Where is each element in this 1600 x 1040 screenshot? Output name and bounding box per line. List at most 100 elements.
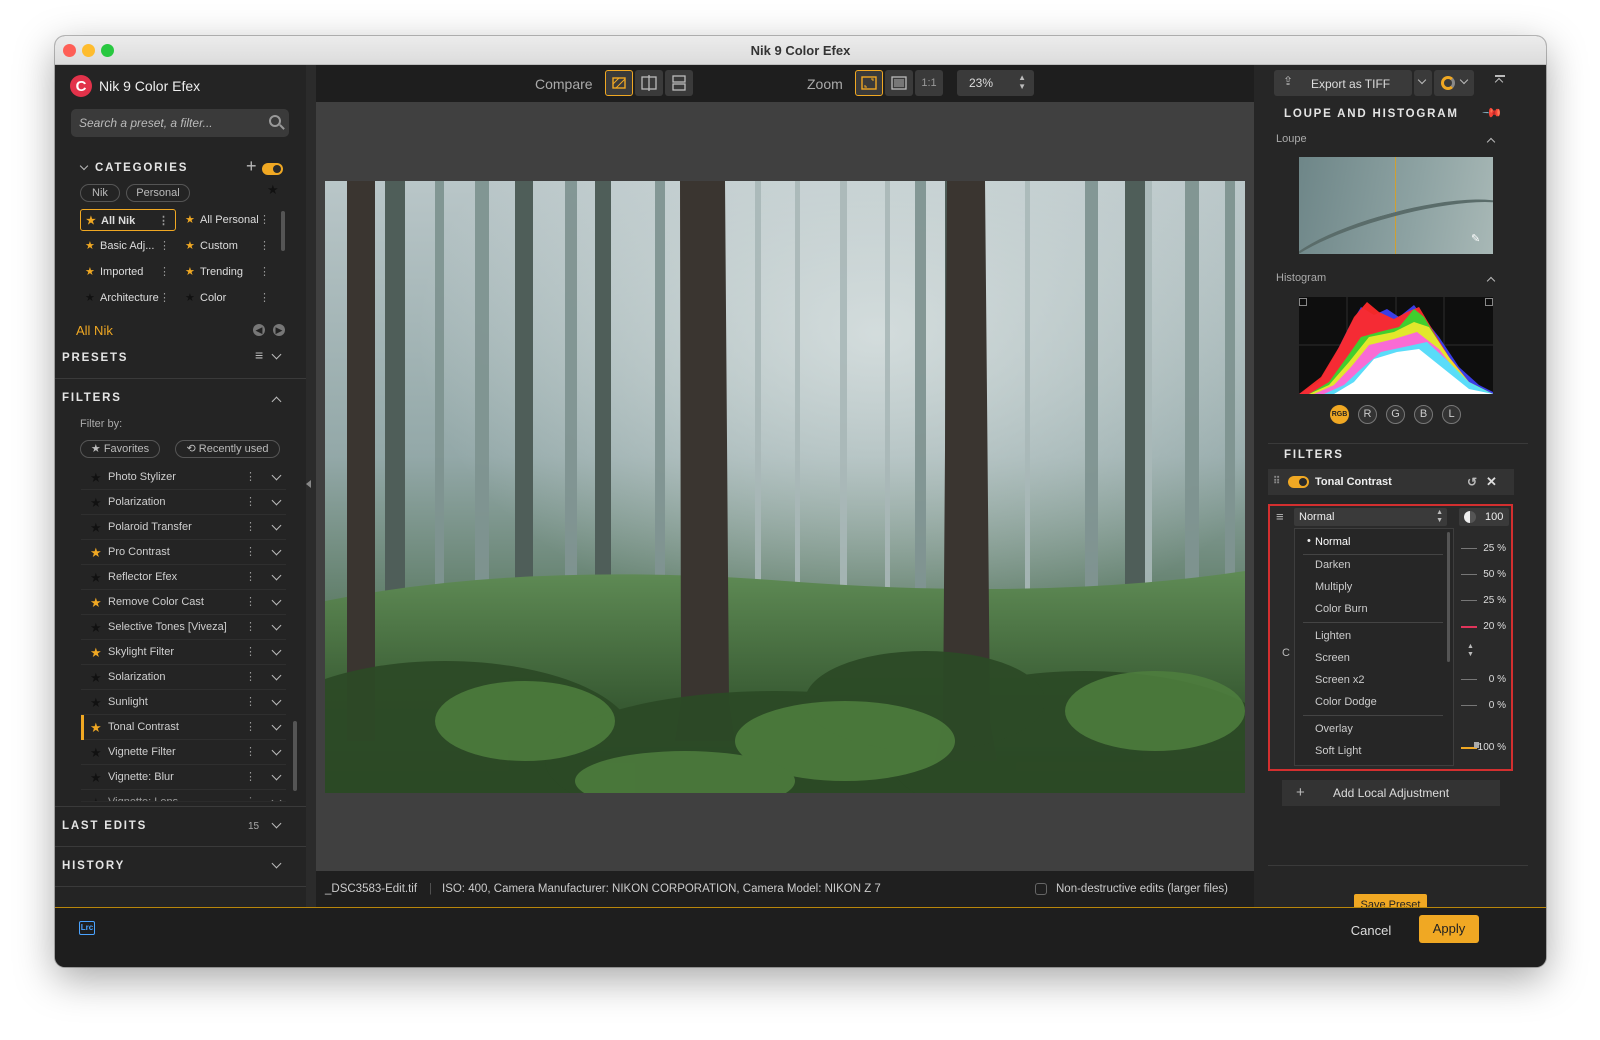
slider-track[interactable]	[1461, 679, 1477, 680]
compare-split-button[interactable]	[635, 70, 663, 96]
favorite-star-icon[interactable]: ★	[90, 615, 102, 640]
filter-item[interactable]: ★ Tonal Contrast ⋮	[81, 715, 286, 740]
slider-track[interactable]	[1461, 574, 1477, 575]
loupe-pin-icon[interactable]: ✎	[1471, 232, 1480, 245]
filter-item[interactable]: ★ Sunlight ⋮	[81, 690, 286, 715]
compare-side-by-side-button[interactable]	[665, 70, 693, 96]
zoom-fill-button[interactable]	[885, 70, 913, 96]
search-input[interactable]: Search a preset, a filter...	[71, 109, 289, 137]
blend-option-color-dodge[interactable]: Color Dodge	[1315, 696, 1377, 708]
sync-button[interactable]	[1434, 70, 1474, 96]
collapse-left-panel-icon[interactable]	[306, 480, 311, 488]
category-all-nik[interactable]: ★ All Nik ⋮	[80, 209, 176, 231]
expand-icon[interactable]	[271, 570, 282, 581]
channel-r-button[interactable]: R	[1358, 405, 1377, 424]
blend-option-screen-x2[interactable]: Screen x2	[1315, 674, 1365, 686]
stepper-icon[interactable]: ▲ ▼	[1467, 643, 1474, 659]
category-architecture[interactable]: ★ Architecture ⋮	[80, 287, 176, 309]
favorite-star-icon[interactable]: ★	[90, 640, 102, 665]
image-canvas[interactable]	[316, 102, 1254, 871]
filter-item[interactable]: ★ Reflector Efex ⋮	[81, 565, 286, 590]
category-imported[interactable]: ★ Imported ⋮	[80, 261, 176, 283]
more-icon[interactable]: ⋮	[259, 235, 270, 257]
more-icon[interactable]: ⋮	[245, 490, 256, 515]
expand-icon[interactable]	[271, 645, 282, 656]
history-expand-icon[interactable]	[271, 858, 282, 869]
filter-item[interactable]: ★ Photo Stylizer ⋮	[81, 465, 286, 490]
more-icon[interactable]: ⋮	[259, 287, 270, 309]
expand-icon[interactable]	[271, 670, 282, 681]
nondestructive-checkbox[interactable]	[1035, 883, 1047, 895]
filter-enable-toggle[interactable]	[1288, 476, 1309, 488]
more-icon[interactable]: ⋮	[259, 261, 270, 283]
expand-icon[interactable]	[271, 520, 282, 531]
filter-item[interactable]: ★ Selective Tones [Viveza] ⋮	[81, 615, 286, 640]
more-icon[interactable]: ⋮	[158, 210, 169, 232]
list-view-icon[interactable]: ≡	[255, 347, 263, 363]
filters-collapse-icon[interactable]	[271, 396, 282, 407]
filter-item[interactable]: ★ Polaroid Transfer ⋮	[81, 515, 286, 540]
expand-icon[interactable]	[271, 470, 282, 481]
favorite-star-icon[interactable]: ★	[90, 590, 102, 615]
slider-track[interactable]	[1461, 548, 1477, 549]
zoom-percent-select[interactable]: 23% ▲ ▼	[957, 70, 1034, 96]
more-icon[interactable]: ⋮	[259, 209, 270, 231]
category-all-personal[interactable]: ★ All Personal ⋮	[180, 209, 276, 231]
zoom-1to1-button[interactable]: 1:1	[915, 70, 943, 96]
category-basic-adj[interactable]: ★ Basic Adj... ⋮	[80, 235, 176, 257]
more-icon[interactable]: ⋮	[245, 740, 256, 765]
more-icon[interactable]: ⋮	[245, 690, 256, 715]
pin-icon[interactable]: 📌	[1481, 102, 1503, 125]
more-icon[interactable]: ⋮	[245, 515, 256, 540]
next-category-icon[interactable]: ▶	[273, 324, 285, 336]
favorite-star-icon[interactable]: ★	[90, 665, 102, 690]
more-icon[interactable]: ⋮	[245, 565, 256, 590]
expand-icon[interactable]	[271, 495, 282, 506]
dropdown-scrollbar[interactable]	[1447, 532, 1450, 662]
cancel-button[interactable]: Cancel	[1346, 921, 1396, 941]
filter-item[interactable]: ★ Skylight Filter ⋮	[81, 640, 286, 665]
category-color[interactable]: ★ Color ⋮	[180, 287, 276, 309]
more-icon[interactable]: ⋮	[159, 261, 170, 283]
more-icon[interactable]: ⋮	[245, 665, 256, 690]
more-icon[interactable]: ⋮	[245, 590, 256, 615]
favorite-star-icon[interactable]: ★	[90, 740, 102, 765]
drag-handle-icon[interactable]: ⠿	[1273, 469, 1280, 495]
loupe-preview[interactable]: ✎	[1299, 157, 1493, 254]
filter-item[interactable]: ★ Remove Color Cast ⋮	[81, 590, 286, 615]
more-icon[interactable]: ⋮	[245, 715, 256, 740]
blend-option-color-burn[interactable]: Color Burn	[1315, 603, 1368, 615]
filters-scrollbar[interactable]	[293, 721, 297, 791]
highlight-clip-indicator[interactable]	[1485, 298, 1493, 306]
channel-rgb-button[interactable]: RGB	[1330, 405, 1349, 424]
menu-icon[interactable]: ≡	[1276, 509, 1284, 524]
lightroom-icon[interactable]: Lrc	[79, 921, 95, 935]
expand-icon[interactable]	[271, 770, 282, 781]
more-icon[interactable]: ⋮	[245, 640, 256, 665]
favorite-star-icon[interactable]: ★	[90, 465, 102, 490]
favorite-star-icon[interactable]: ★	[90, 765, 102, 790]
export-button[interactable]: ⇪ Export as TIFF	[1274, 70, 1412, 96]
blend-option-overlay[interactable]: Overlay	[1315, 723, 1353, 735]
channel-b-button[interactable]: B	[1414, 405, 1433, 424]
favorite-star-icon[interactable]: ★	[90, 690, 102, 715]
histogram-collapse-icon[interactable]	[1486, 276, 1496, 286]
categories-toggle[interactable]	[262, 163, 283, 175]
slider-track[interactable]	[1461, 626, 1477, 628]
category-custom[interactable]: ★ Custom ⋮	[180, 235, 276, 257]
category-trending[interactable]: ★ Trending ⋮	[180, 261, 276, 283]
expand-icon[interactable]	[271, 795, 282, 801]
favorite-star-icon[interactable]: ★	[90, 565, 102, 590]
last-edits-expand-icon[interactable]	[271, 818, 282, 829]
more-icon[interactable]: ⋮	[245, 465, 256, 490]
categories-collapse-icon[interactable]	[79, 161, 89, 171]
filter-item[interactable]: ★ Vignette: Blur ⋮	[81, 765, 286, 790]
filter-item[interactable]: ★ Vignette Filter ⋮	[81, 740, 286, 765]
compare-overlay-button[interactable]	[605, 70, 633, 96]
add-local-adjustment-button[interactable]: + Add Local Adjustment	[1282, 780, 1500, 806]
add-category-icon[interactable]: +	[246, 156, 257, 177]
more-icon[interactable]: ⋮	[245, 765, 256, 790]
categories-scrollbar[interactable]	[281, 211, 285, 251]
blend-option-multiply[interactable]: Multiply	[1315, 581, 1352, 593]
expand-icon[interactable]	[271, 695, 282, 706]
